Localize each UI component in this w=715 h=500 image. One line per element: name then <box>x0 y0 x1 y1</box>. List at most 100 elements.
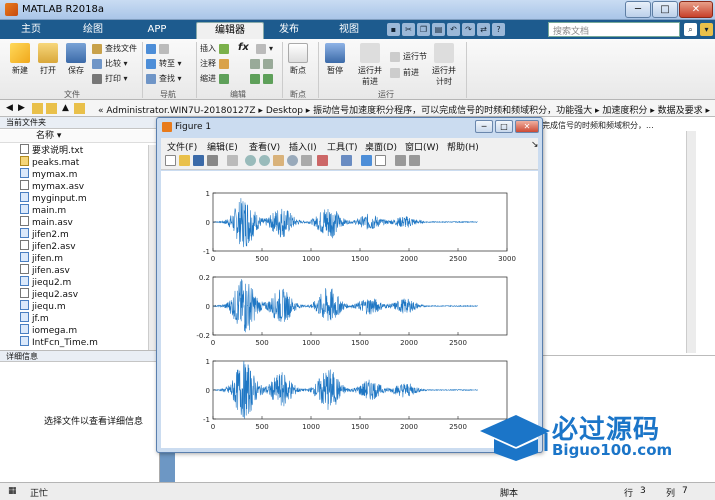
file-item[interactable]: iomega.m <box>20 324 77 336</box>
insert-button[interactable]: 插入 <box>200 43 232 55</box>
close-button[interactable]: ✕ <box>679 1 713 18</box>
save-quick-icon[interactable]: ▪ <box>387 23 400 36</box>
save-icon <box>66 43 86 63</box>
paste-quick-icon[interactable]: ▤ <box>432 23 445 36</box>
show-tools-icon[interactable] <box>409 155 420 166</box>
tab-home[interactable]: 主页 <box>6 22 56 39</box>
zoom-out-icon[interactable] <box>259 155 270 166</box>
file-item[interactable]: jiequ2.asv <box>20 288 78 300</box>
run-section-icon <box>390 51 400 62</box>
print-figure-icon[interactable] <box>207 155 218 166</box>
help-quick-icon[interactable]: ? <box>492 23 505 36</box>
folder-up-icon[interactable] <box>32 103 43 114</box>
legend-icon[interactable] <box>375 155 386 166</box>
print-button[interactable]: 打印 ▾ <box>92 73 128 85</box>
file-item[interactable]: jifen2.asv <box>20 240 76 252</box>
unwrap-icon <box>263 58 273 69</box>
file-item[interactable]: main.asv <box>20 216 73 228</box>
save-button[interactable]: 保存 <box>62 43 90 76</box>
undo-quick-icon[interactable]: ↶ <box>447 23 460 36</box>
open-button[interactable]: 打开 <box>34 43 62 76</box>
fx-button[interactable]: fx <box>238 42 249 54</box>
link-plot-icon[interactable] <box>341 155 352 166</box>
search-input[interactable]: 搜索文档 <box>548 22 680 37</box>
new-icon <box>10 43 30 63</box>
hide-tools-icon[interactable] <box>395 155 406 166</box>
goto-button[interactable]: 转至 ▾ <box>146 58 182 70</box>
file-name: peaks.mat <box>32 158 80 168</box>
menu-arrow-icon[interactable]: ↘ <box>531 140 539 150</box>
indent-more[interactable] <box>250 73 276 85</box>
cut-quick-icon[interactable]: ✂ <box>402 23 415 36</box>
new-figure-icon[interactable] <box>165 155 176 166</box>
figure-maximize-button[interactable]: □ <box>495 120 513 133</box>
nav-back-forward[interactable] <box>146 43 172 55</box>
file-item[interactable]: myginput.m <box>20 192 87 204</box>
editor-scrollbar[interactable] <box>686 131 696 353</box>
address-bar: ◀ ▶ ▲ « Administrator.WIN7U-20180127Z ▸ … <box>0 100 715 117</box>
file-item[interactable]: IntFcn_Time.m <box>20 336 98 348</box>
indent-button[interactable]: 缩进 <box>200 73 232 85</box>
x-tick-label: 1500 <box>351 255 369 263</box>
file-item[interactable]: jf.m <box>20 312 49 324</box>
colorbar-icon[interactable] <box>361 155 372 166</box>
x-tick-label: 2000 <box>400 255 418 263</box>
back-icon[interactable]: ◀ <box>4 103 15 114</box>
file-item[interactable]: jifen.m <box>20 252 63 264</box>
data-cursor-icon[interactable] <box>301 155 312 166</box>
redo-quick-icon[interactable]: ↷ <box>462 23 475 36</box>
tab-view[interactable]: 视图 <box>324 22 374 39</box>
run-and-time-button[interactable]: 运行并 计时 <box>428 43 460 87</box>
tab-plots[interactable]: 绘图 <box>68 22 118 39</box>
compare-button[interactable]: 比较 ▾ <box>92 58 128 70</box>
browse-folder-icon[interactable] <box>46 103 57 114</box>
pan-icon[interactable] <box>273 155 284 166</box>
open-file-icon[interactable] <box>179 155 190 166</box>
minimize-button[interactable]: ─ <box>625 1 651 18</box>
run-advance-icon <box>360 43 380 63</box>
file-item[interactable]: 要求说明.txt <box>20 144 83 156</box>
tab-publish[interactable]: 发布 <box>264 22 314 39</box>
find-files-button[interactable]: 查找文件 <box>92 43 137 55</box>
figure-minimize-button[interactable]: ─ <box>475 120 493 133</box>
run-section-button[interactable]: 运行节 <box>390 51 427 63</box>
name-column-header[interactable]: 名称 ▾ <box>0 130 160 143</box>
file-item[interactable]: jiequ.m <box>20 300 66 312</box>
switch-window-icon[interactable]: ⇄ <box>477 23 490 36</box>
find-button[interactable]: 查找 ▾ <box>146 73 182 85</box>
file-item[interactable]: jifen.asv <box>20 264 70 276</box>
figure-window[interactable]: Figure 1 ─ □ ✕ 文件(F) 编辑(E) 查看(V) 插入(I) 工… <box>156 117 543 453</box>
x-tick-label: 2000 <box>400 423 418 431</box>
zoom-in-icon[interactable] <box>245 155 256 166</box>
file-item[interactable]: main.m <box>20 204 66 216</box>
figure-close-button[interactable]: ✕ <box>515 120 539 133</box>
file-item[interactable]: peaks.mat <box>20 156 79 168</box>
forward-icon[interactable]: ▶ <box>16 103 27 114</box>
rotate-icon[interactable] <box>287 155 298 166</box>
tab-apps[interactable]: APP <box>132 22 182 39</box>
insert-more[interactable]: ▾ <box>256 43 273 55</box>
brush-icon[interactable] <box>317 155 328 166</box>
copy-quick-icon[interactable]: ❐ <box>417 23 430 36</box>
new-button[interactable]: 新建 <box>6 43 34 76</box>
file-item[interactable]: mymax.m <box>20 168 77 180</box>
maximize-button[interactable]: □ <box>652 1 678 18</box>
file-name: jifen2.m <box>32 230 69 240</box>
file-item[interactable]: mymax.asv <box>20 180 84 192</box>
pointer-icon[interactable] <box>227 155 238 166</box>
pause-button[interactable]: 暂停 <box>322 43 348 76</box>
tab-editor[interactable]: 编辑器 <box>196 22 264 39</box>
file-item[interactable]: jifen2.m <box>20 228 69 240</box>
figure-titlebar: Figure 1 ─ □ ✕ <box>157 118 542 136</box>
file-item[interactable]: jiequ2.m <box>20 276 71 288</box>
up-arrow-icon[interactable]: ▲ <box>60 103 71 114</box>
search-icon[interactable]: ⌕ <box>684 23 697 36</box>
breakpoint-button[interactable]: 断点 <box>284 43 312 76</box>
save-figure-icon[interactable] <box>193 155 204 166</box>
path-breadcrumb[interactable]: « Administrator.WIN7U-20180127Z ▸ Deskto… <box>98 103 710 116</box>
notification-icon[interactable]: ▾ <box>700 23 713 36</box>
run-and-advance-button[interactable]: 运行并 前进 <box>354 43 386 87</box>
comment-button[interactable]: 注释 <box>200 58 232 70</box>
comment-more[interactable] <box>250 58 276 70</box>
advance-button[interactable]: 前进 <box>390 67 419 79</box>
